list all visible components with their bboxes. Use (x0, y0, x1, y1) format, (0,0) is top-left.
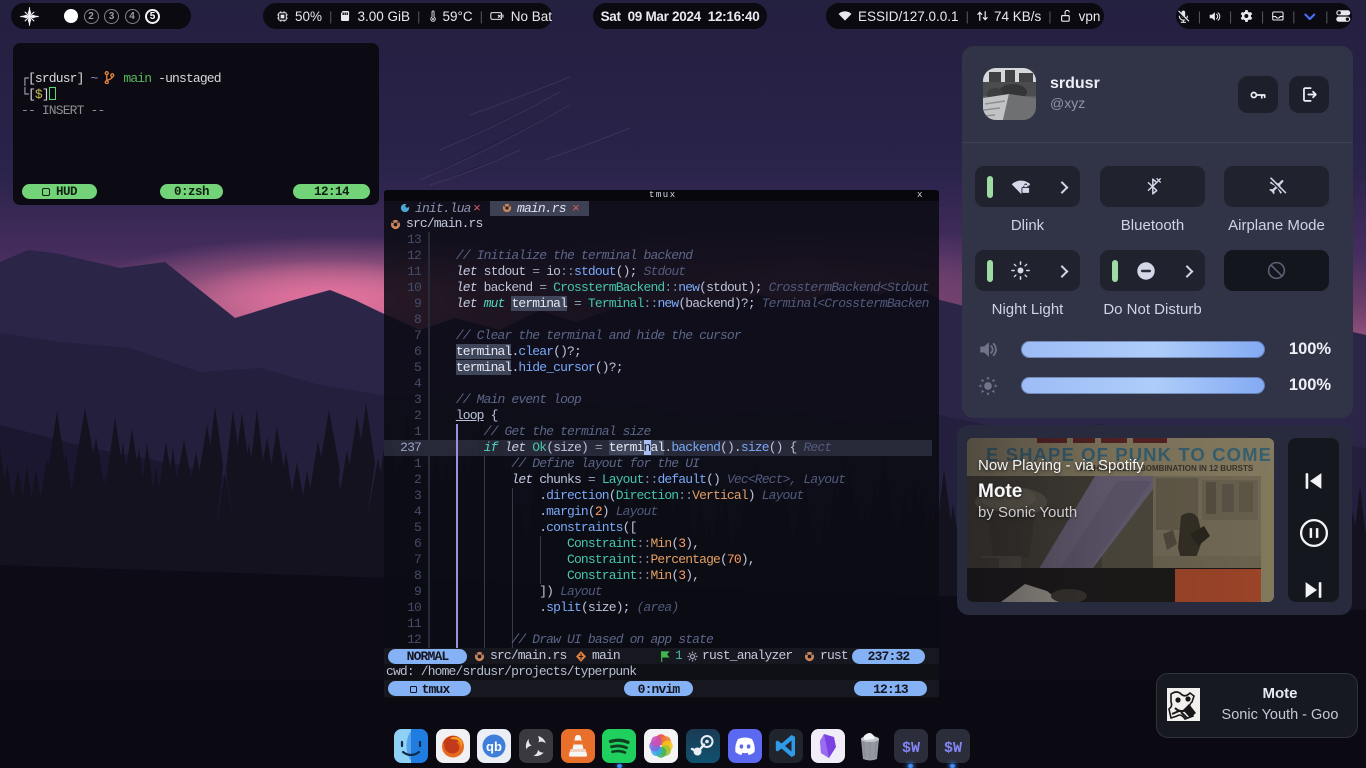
svg-text:$W: $W (902, 740, 920, 757)
svg-text:qb: qb (486, 739, 502, 754)
svg-text:$W: $W (944, 740, 962, 757)
